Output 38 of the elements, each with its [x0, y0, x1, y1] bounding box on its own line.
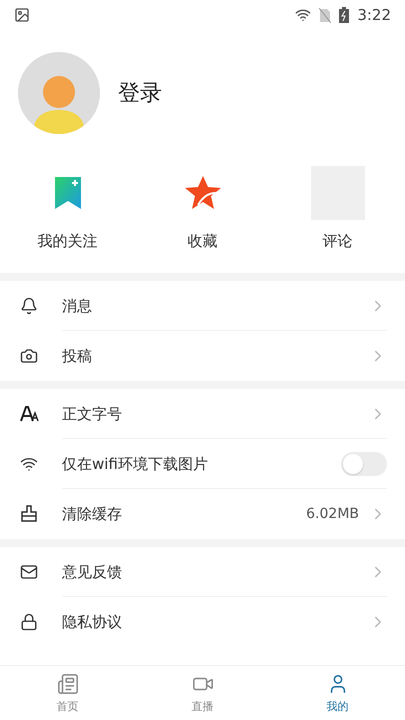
- settings-row[interactable]: 意见反馈: [0, 547, 405, 597]
- row-label: 清除缓存: [62, 504, 123, 524]
- gallery-icon: [14, 7, 30, 23]
- settings-row[interactable]: 投稿: [0, 331, 405, 381]
- status-time: 3:22: [357, 6, 391, 24]
- camera-icon: [20, 347, 38, 365]
- tab[interactable]: 首页: [0, 666, 135, 720]
- tab[interactable]: 我的: [270, 666, 405, 720]
- tab[interactable]: 直播: [135, 666, 270, 720]
- shortcut-button[interactable]: 收藏: [135, 162, 270, 255]
- row-label: 投稿: [62, 346, 93, 366]
- settings-row[interactable]: 仅在wifi环境下载图片: [0, 439, 405, 489]
- cache-size: 6.02MB: [306, 506, 359, 522]
- battery-icon: [339, 7, 350, 23]
- toggle-switch[interactable]: [341, 452, 387, 476]
- settings-row[interactable]: 隐私协议: [0, 597, 405, 647]
- bell-icon: [20, 297, 38, 315]
- bookmark-icon: [52, 175, 82, 211]
- news-icon: [56, 672, 78, 694]
- row-label: 消息: [62, 296, 93, 316]
- no-sim-icon: [319, 8, 332, 22]
- font-size-icon: [20, 406, 40, 422]
- settings-row[interactable]: 正文字号: [0, 389, 405, 439]
- broom-icon: [20, 505, 38, 523]
- wifi-signal-icon: [295, 7, 312, 23]
- row-label: 隐私协议: [62, 612, 123, 632]
- wifi-icon: [20, 455, 38, 473]
- mail-icon: [20, 563, 38, 581]
- settings-row[interactable]: 消息: [0, 281, 405, 331]
- star-icon: [184, 175, 222, 211]
- row-label: 正文字号: [62, 404, 123, 424]
- shortcut-button[interactable]: 评论: [270, 162, 405, 255]
- shortcut-button[interactable]: 我的关注: [0, 162, 135, 255]
- login-link[interactable]: 登录: [118, 78, 162, 108]
- settings-row[interactable]: 清除缓存 6.02MB: [0, 489, 405, 539]
- row-label: 意见反馈: [62, 562, 123, 582]
- row-label: 仅在wifi环境下载图片: [62, 454, 209, 474]
- lock-icon: [20, 613, 38, 631]
